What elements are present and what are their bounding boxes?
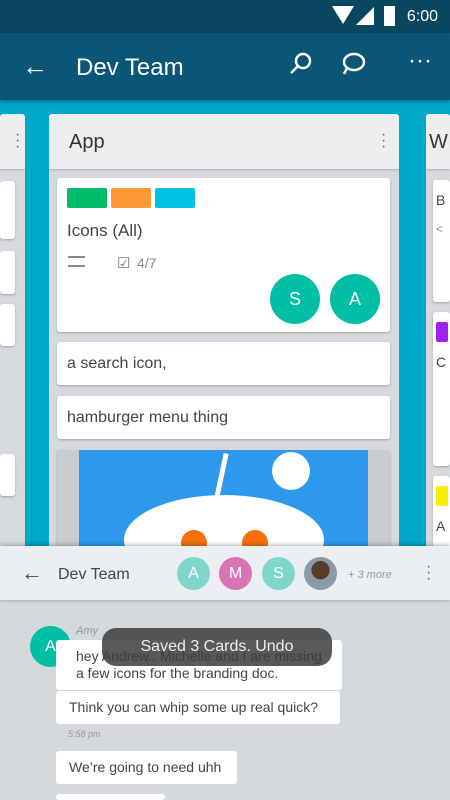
card-title: C	[436, 354, 447, 370]
card[interactable]	[0, 304, 15, 346]
card[interactable]	[0, 454, 15, 496]
column-title: W	[429, 131, 448, 153]
label-blue	[155, 188, 195, 208]
more-members[interactable]: + 3 more	[348, 569, 392, 581]
board-column-right: W B < C A	[426, 114, 450, 554]
column-menu-icon[interactable]: · · ·	[15, 127, 20, 155]
card-title: B	[436, 192, 446, 208]
card-labels	[67, 188, 199, 213]
undo-toast[interactable]: Saved 3 Cards. Undo	[102, 628, 332, 666]
board-column-left: · · ·	[0, 114, 25, 554]
card[interactable]	[0, 251, 15, 294]
member-avatar[interactable]: S	[262, 557, 295, 590]
card-title: A	[436, 518, 446, 534]
column-title: App	[69, 131, 105, 153]
checklist-count: 4/7	[137, 255, 157, 271]
checklist-icon: ☑	[117, 255, 131, 272]
reddit-logo-image	[79, 450, 368, 554]
member-avatar[interactable]: A	[177, 557, 210, 590]
back-arrow-icon[interactable]: ←	[22, 51, 48, 82]
card-hamburger[interactable]: hamburger menu thing	[57, 396, 390, 439]
author-name: Amy	[76, 625, 98, 637]
card[interactable]	[0, 181, 15, 239]
chat-message: Think you can whip some up real quick?	[56, 691, 340, 724]
card-image[interactable]	[57, 450, 390, 554]
card[interactable]: C	[433, 312, 450, 466]
label-purple	[436, 322, 448, 342]
signal-icon	[356, 7, 374, 25]
label-green	[67, 188, 107, 208]
battery-icon	[384, 6, 395, 26]
label-yellow	[436, 486, 448, 506]
app-bar: ← Dev Team ···	[0, 33, 450, 100]
member-photo-avatar[interactable]	[304, 557, 337, 590]
chat-panel: ← Dev Team A M S + 3 more · · · A Amy hey …	[0, 546, 450, 800]
wifi-icon	[332, 6, 354, 24]
chat-title: Dev Team	[58, 566, 130, 583]
card[interactable]: A	[433, 476, 450, 554]
card-title: a search icon,	[67, 355, 167, 372]
card[interactable]: B <	[433, 180, 450, 302]
chat-menu-icon[interactable]: · · ·	[426, 559, 431, 587]
card-search-icon[interactable]: a search icon,	[57, 342, 390, 385]
more-options-icon[interactable]: ···	[408, 47, 432, 75]
member-avatar[interactable]: M	[219, 557, 252, 590]
message-text: Think you can whip some up real quick?	[69, 699, 319, 715]
search-icon[interactable]	[288, 51, 314, 83]
clock: 6:00	[406, 8, 438, 25]
member-avatar[interactable]: A	[330, 274, 380, 324]
back-arrow-icon[interactable]: ←	[21, 560, 43, 586]
board-title: Dev Team	[76, 54, 184, 81]
column-menu-icon[interactable]: · · ·	[381, 127, 386, 155]
member-avatar[interactable]: S	[270, 274, 320, 324]
card-title: Icons (All)	[67, 221, 143, 240]
chat-header: ← Dev Team A M S + 3 more · · ·	[0, 546, 450, 600]
chat-icon[interactable]	[340, 51, 368, 83]
chat-message	[56, 794, 165, 800]
board-column-app: App · · · Icons (All) ☑ 4/7 S A a search i…	[49, 114, 399, 554]
message-time: 5:58 pm	[68, 729, 101, 739]
status-bar: 6:00	[0, 0, 450, 33]
description-icon	[68, 256, 85, 267]
message-text: We’re going to need uhh	[69, 759, 222, 775]
chat-message: We’re going to need uhh	[56, 751, 237, 784]
card-icons-all[interactable]: Icons (All) ☑ 4/7 S A	[57, 178, 390, 332]
label-orange	[111, 188, 151, 208]
card-subtitle: <	[436, 222, 444, 236]
card-title: hamburger menu thing	[67, 409, 228, 426]
